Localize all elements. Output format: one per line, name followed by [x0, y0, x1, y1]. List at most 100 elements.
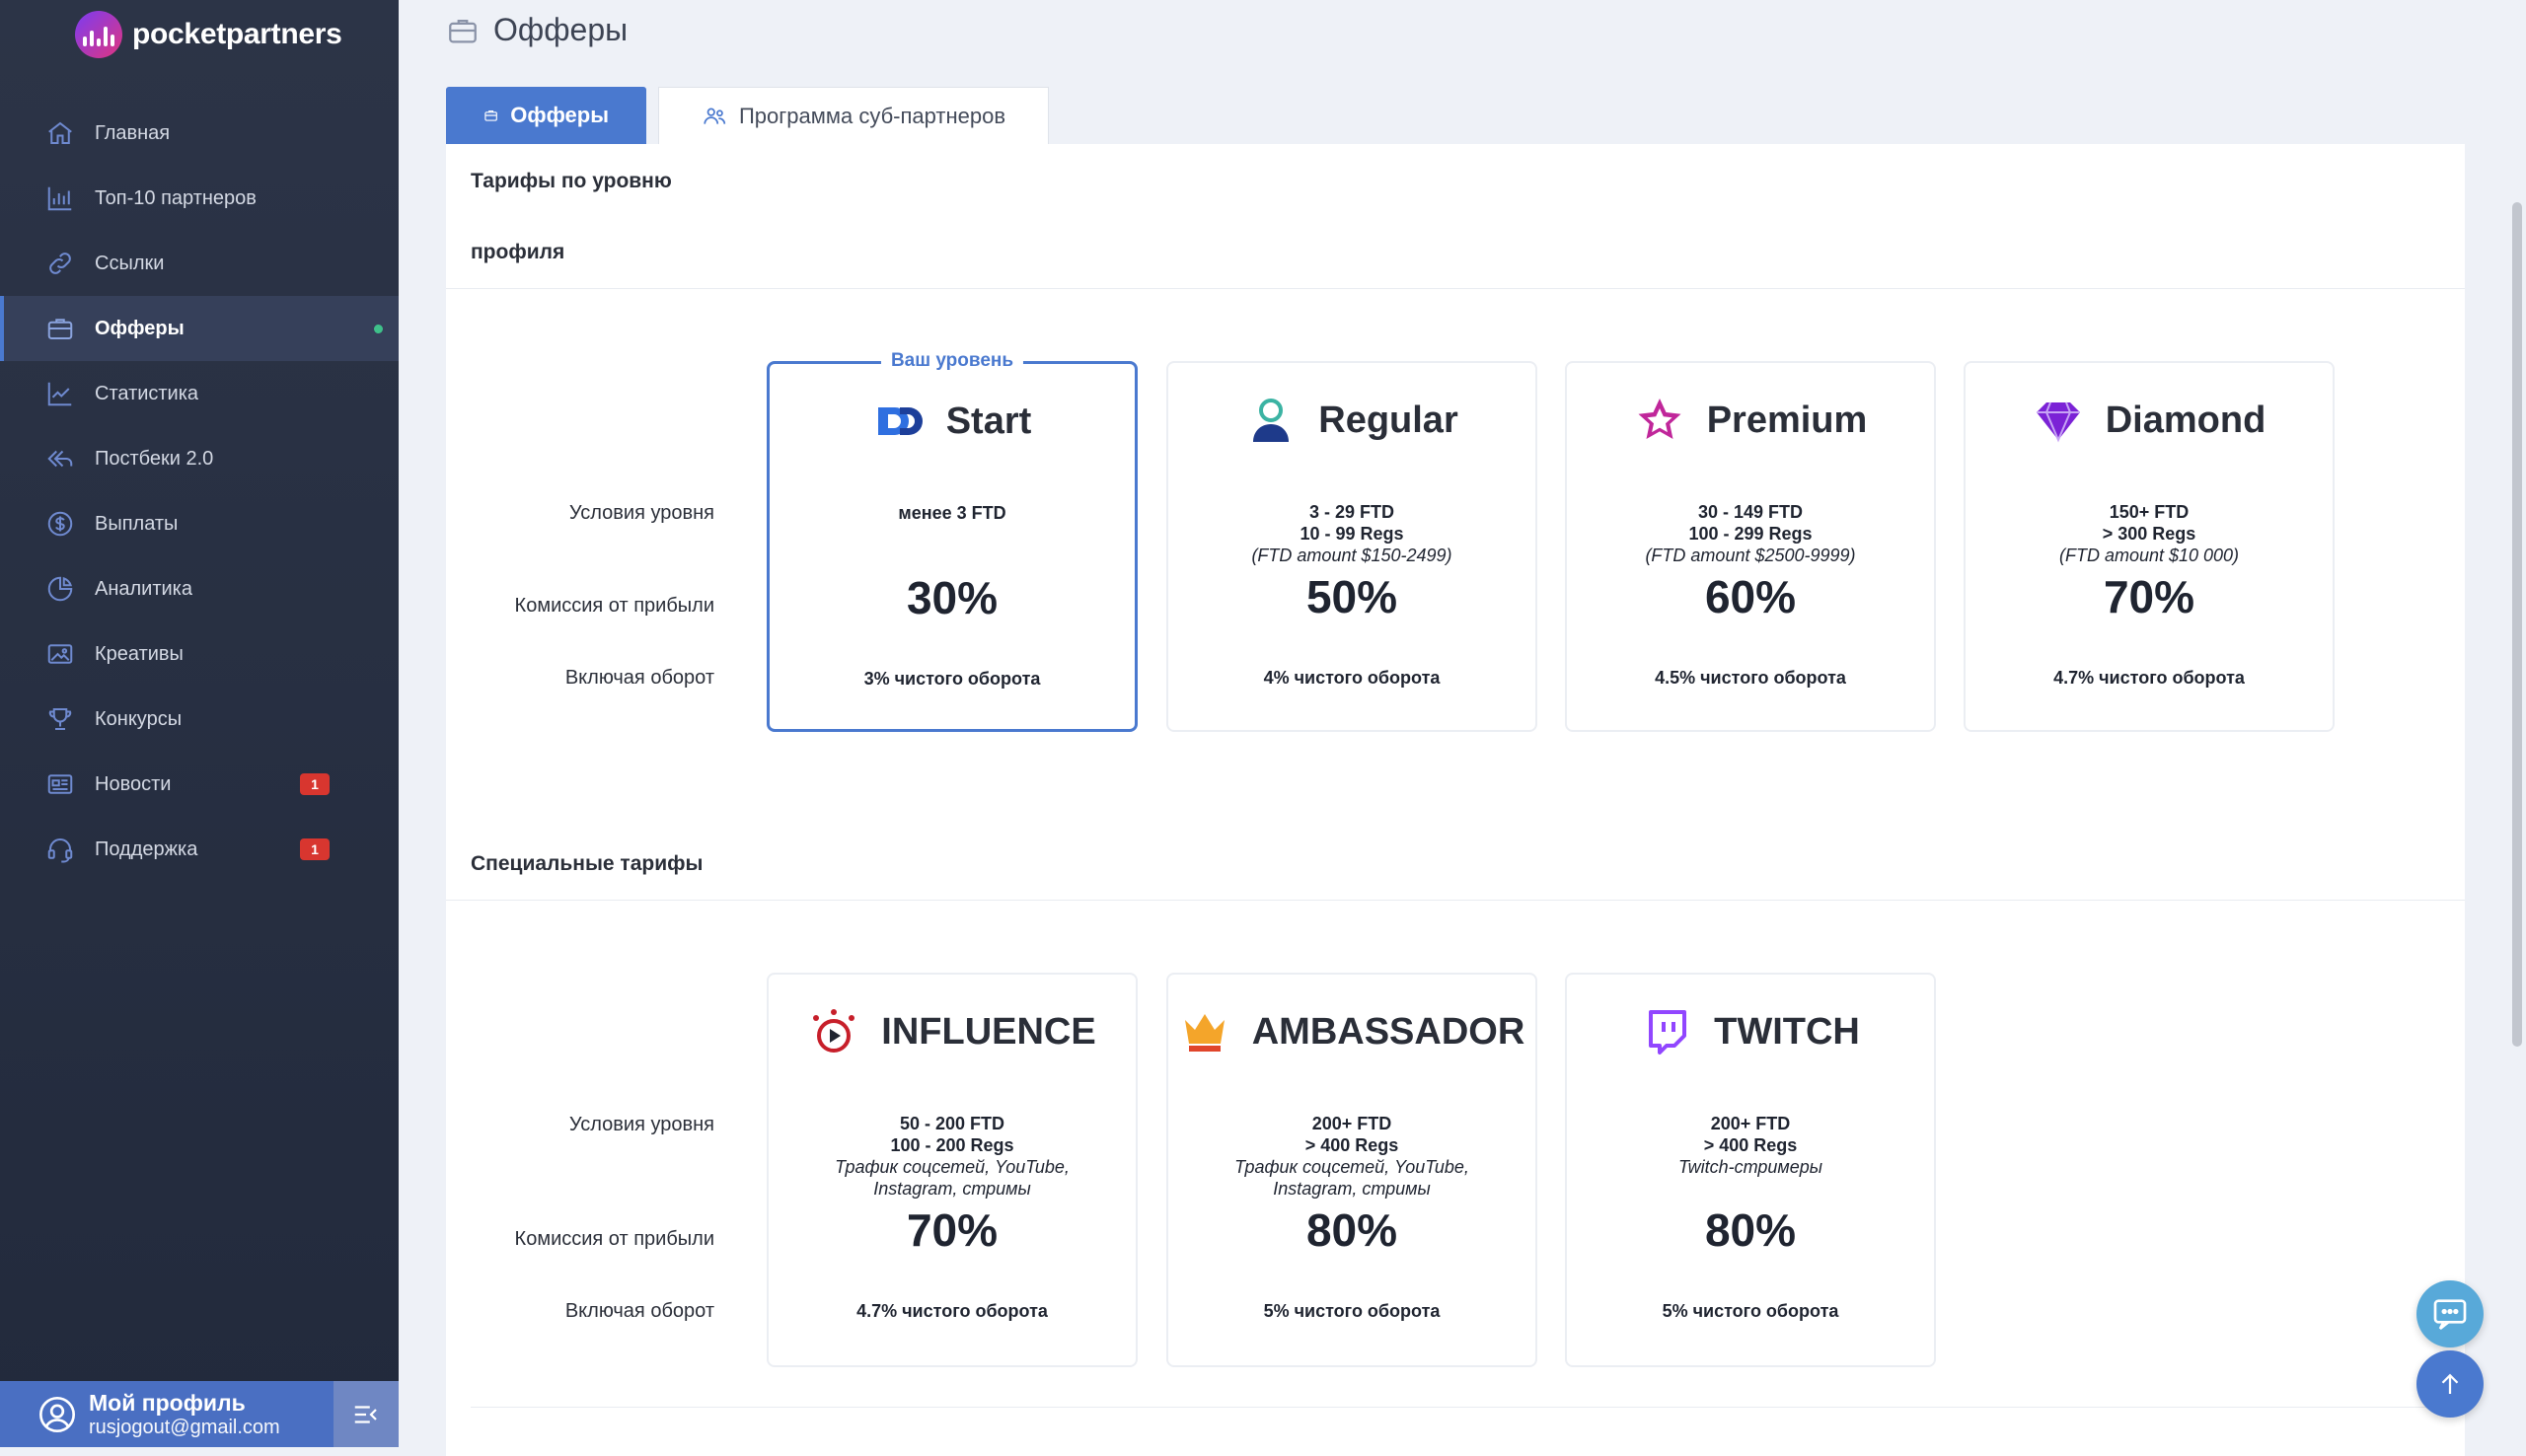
support-count-badge: 1	[300, 838, 330, 860]
row-label-commission: Комиссия от прибыли	[514, 595, 714, 617]
condition-line: > 300 Regs	[2102, 524, 2196, 544]
tab-sub-partners[interactable]: Программа суб-партнеров	[658, 87, 1049, 144]
sidebar-item-statistics[interactable]: Статистика	[0, 361, 399, 426]
sidebar-item-label: Новости	[95, 772, 172, 795]
brand-logo[interactable]: pocketpartners	[75, 10, 342, 59]
sidebar-item-label: Поддержка	[95, 837, 198, 860]
sidebar-item-offers[interactable]: Офферы	[0, 296, 399, 361]
collapse-menu-icon	[354, 1405, 377, 1423]
active-indicator-dot	[374, 325, 383, 333]
condition-line: 10 - 99 Regs	[1300, 524, 1404, 544]
level-commission: 60%	[1704, 571, 1797, 622]
sidebar-item-links[interactable]: Ссылки	[0, 231, 399, 296]
scroll-to-top-button[interactable]	[2416, 1350, 2484, 1418]
level-conditions: 150+ FTD > 300 Regs (FTD amount $10 000)	[1966, 501, 2333, 566]
chat-button[interactable]	[2416, 1280, 2484, 1347]
influence-icon	[813, 1009, 855, 1053]
news-count-badge: 1	[300, 773, 330, 795]
level-name: Start	[945, 400, 1032, 442]
level-name: TWITCH	[1714, 1010, 1860, 1053]
condition-line: 150+ FTD	[2109, 502, 2190, 522]
sidebar-item-top10[interactable]: Топ-10 партнеров	[0, 166, 399, 231]
sidebar-item-news[interactable]: Новости 1	[0, 752, 399, 817]
condition-line: 200+ FTD	[1311, 1114, 1392, 1133]
divider	[446, 288, 2465, 289]
level-card-premium[interactable]: Premium 30 - 149 FTD 100 - 299 Regs (FTD…	[1565, 361, 1936, 732]
special-card-influence[interactable]: INFLUENCE 50 - 200 FTD 100 - 200 Regs Тр…	[767, 973, 1138, 1367]
sidebar-nav: Главная Топ-10 партнеров Ссылки Офферы С…	[0, 101, 399, 882]
level-name: Regular	[1318, 399, 1458, 441]
star-icon	[1638, 399, 1681, 439]
condition-note: Трафик соцсетей, YouTube,	[835, 1157, 1070, 1177]
sidebar-item-label: Выплаты	[95, 512, 179, 535]
sidebar-item-postbacks[interactable]: Постбеки 2.0	[0, 426, 399, 491]
sidebar-item-analytics[interactable]: Аналитика	[0, 556, 399, 621]
user-avatar-icon	[39, 1396, 75, 1432]
newspaper-icon	[47, 774, 73, 794]
condition-line: 100 - 299 Regs	[1688, 524, 1813, 544]
level-name: AMBASSADOR	[1251, 1010, 1525, 1053]
headset-icon	[47, 838, 73, 863]
special-card-twitch[interactable]: TWITCH 200+ FTD > 400 Regs Twitch-стриме…	[1565, 973, 1936, 1367]
diamond-icon	[2036, 401, 2080, 443]
divider	[446, 900, 2465, 901]
condition-line: > 400 Regs	[1703, 1135, 1798, 1155]
sidebar-item-support[interactable]: Поддержка 1	[0, 817, 399, 882]
collapse-sidebar-button[interactable]	[334, 1381, 399, 1447]
offers-panel: Тарифы по уровню профиля Условия уровня …	[446, 144, 2465, 1456]
level-turnover: 3% чистого оборота	[863, 669, 1041, 689]
profile-info: Мой профиль rusjogout@gmail.com	[89, 1390, 280, 1439]
level-card-diamond[interactable]: Diamond 150+ FTD > 300 Regs (FTD amount …	[1964, 361, 2335, 732]
condition-note: (FTD amount $2500-9999)	[1645, 546, 1856, 565]
card-header: Start	[770, 394, 1135, 449]
condition-line: 200+ FTD	[1710, 1114, 1791, 1133]
page-scrollbar[interactable]	[2512, 202, 2522, 1047]
level-card-start[interactable]: Ваш уровень Start менее 3 FTD 30% 3% чис…	[767, 350, 1138, 732]
crown-icon	[1184, 1014, 1225, 1052]
profile-bar[interactable]: Мой профиль rusjogout@gmail.com	[0, 1381, 399, 1447]
sidebar-item-label: Главная	[95, 121, 171, 144]
page-title-text: Офферы	[493, 12, 629, 47]
trophy-icon	[48, 708, 72, 730]
sidebar-item-contests[interactable]: Конкурсы	[0, 687, 399, 752]
briefcase-icon	[484, 109, 497, 121]
arrow-up-icon	[2441, 1373, 2459, 1394]
twitch-icon	[1649, 1010, 1687, 1055]
sidebar-item-label: Постбеки 2.0	[95, 447, 214, 470]
condition-note: Twitch-стримеры	[1677, 1157, 1823, 1177]
level-name: INFLUENCE	[881, 1010, 1096, 1053]
level-turnover: 4.7% чистого оборота	[856, 1301, 1048, 1321]
level-name: Premium	[1706, 399, 1868, 441]
condition-note: (FTD amount $150-2499)	[1251, 546, 1452, 565]
card-header: Diamond	[1966, 393, 2333, 448]
profile-name: Мой профиль	[89, 1389, 246, 1416]
sidebar-item-label: Конкурсы	[95, 707, 183, 730]
condition-note: Трафик соцсетей, YouTube,	[1234, 1157, 1469, 1177]
sidebar-item-label: Статистика	[95, 382, 199, 404]
card-header: Regular	[1168, 393, 1535, 448]
level-turnover: 4.5% чистого оборота	[1655, 668, 1846, 688]
start-logo-icon	[877, 407, 923, 435]
section-title-profile-levels: Тарифы по уровню	[471, 170, 672, 192]
card-header: AMBASSADOR	[1168, 1004, 1535, 1059]
tab-offers[interactable]: Офферы	[446, 87, 646, 144]
profile-email: rusjogout@gmail.com	[89, 1416, 280, 1438]
sidebar-item-label: Креативы	[95, 642, 184, 665]
special-card-ambassador[interactable]: AMBASSADOR 200+ FTD > 400 Regs Трафик со…	[1166, 973, 1537, 1367]
brand-name: pocketpartners	[132, 18, 342, 50]
page-title: Офферы	[446, 12, 628, 48]
level-commission: 70%	[906, 1204, 999, 1256]
briefcase-icon	[449, 19, 477, 42]
sidebar-item-home[interactable]: Главная	[0, 101, 399, 166]
row-label-commission: Комиссия от прибыли	[514, 1228, 714, 1250]
sidebar-item-creatives[interactable]: Креативы	[0, 621, 399, 687]
level-commission: 50%	[1305, 571, 1398, 622]
sidebar-item-payouts[interactable]: Выплаты	[0, 491, 399, 556]
pie-chart-icon	[47, 576, 73, 602]
user-icon	[1253, 399, 1290, 442]
level-commission: 80%	[1305, 1204, 1398, 1256]
level-card-regular[interactable]: Regular 3 - 29 FTD 10 - 99 Regs (FTD amo…	[1166, 361, 1537, 732]
link-icon	[49, 253, 71, 274]
chat-icon	[2433, 1299, 2467, 1331]
condition-line: 100 - 200 Regs	[890, 1135, 1014, 1155]
